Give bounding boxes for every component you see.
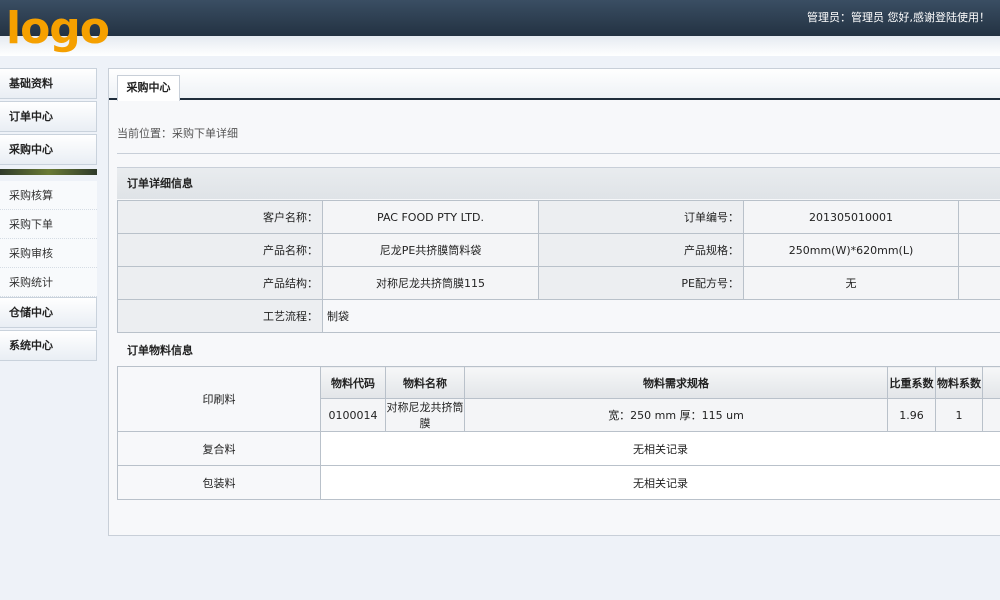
- product-name-value: 尼龙PE共挤膜筒料袋: [322, 233, 539, 267]
- composite-material-label: 复合料: [117, 431, 321, 466]
- table-row: 产品结构： 对称尼龙共挤筒膜115 PE配方号： 无: [117, 266, 1000, 300]
- printing-material-label: 印刷料: [117, 366, 321, 432]
- order-section-title: 订单详细信息: [117, 167, 1000, 199]
- material-section-title: 订单物料信息: [127, 344, 193, 357]
- product-structure-label: 产品结构：: [117, 266, 323, 300]
- divider: [117, 153, 1000, 154]
- sidebar-group-orders[interactable]: 订单中心: [0, 101, 97, 132]
- customer-label: 客户名称：: [117, 200, 323, 234]
- empty-cell: [958, 233, 1000, 267]
- app-header: logo 管理员：管理员 您好,感谢登陆使用！: [0, 0, 1000, 56]
- table-row: 产品名称： 尼龙PE共挤膜筒料袋 产品规格： 250mm(W)*620mm(L): [117, 233, 1000, 267]
- sidebar-group-purchase[interactable]: 采购中心: [0, 134, 97, 165]
- product-spec-value: 250mm(W)*620mm(L): [743, 233, 959, 267]
- logo[interactable]: logo: [6, 2, 110, 56]
- column-header-empty: [982, 366, 1000, 399]
- breadcrumb: 当前位置：采购下单详细: [117, 127, 238, 140]
- empty-cell: [958, 266, 1000, 300]
- sidebar-item-purchase-accounting[interactable]: 采购核算: [0, 181, 97, 210]
- sidebar: 基础资料 订单中心 采购中心 采购核算 采购下单 采购审核 采购统计 仓储中心 …: [0, 68, 97, 363]
- main-panel: 采购中心 当前位置：采购下单详细 订单详细信息 客户名称： PAC FOOD P…: [108, 68, 1000, 536]
- table-row: 工艺流程： 制袋: [117, 299, 1000, 333]
- sidebar-divider: [0, 169, 97, 175]
- material-name: 对称尼龙共挤筒膜: [385, 398, 465, 432]
- material-density: 1.96: [887, 398, 936, 432]
- sidebar-group-system[interactable]: 系统中心: [0, 330, 97, 361]
- pe-formula-label: PE配方号：: [538, 266, 744, 300]
- sidebar-item-purchase-order[interactable]: 采购下单: [0, 210, 97, 239]
- column-header: 物料名称: [385, 366, 465, 399]
- table-row: 包装料 无相关记录: [117, 465, 1000, 500]
- column-header: 物料需求规格: [464, 366, 888, 399]
- empty-cell: [958, 200, 1000, 234]
- table-row: 客户名称： PAC FOOD PTY LTD. 订单编号： 2013050100…: [117, 200, 1000, 234]
- packaging-no-records: 无相关记录: [320, 465, 1000, 500]
- empty-cell: [982, 398, 1000, 432]
- sidebar-item-purchase-stats[interactable]: 采购统计: [0, 268, 97, 297]
- customer-value: PAC FOOD PTY LTD.: [322, 200, 539, 234]
- packaging-material-label: 包装料: [117, 465, 321, 500]
- sidebar-group-warehouse[interactable]: 仓储中心: [0, 297, 97, 328]
- table-row: 复合料 无相关记录: [117, 431, 1000, 466]
- column-header: 比重系数: [887, 366, 936, 399]
- order-detail-table: 客户名称： PAC FOOD PTY LTD. 订单编号： 2013050100…: [117, 200, 1000, 333]
- material-coefficient: 1: [935, 398, 983, 432]
- pe-formula-value: 无: [743, 266, 959, 300]
- product-spec-label: 产品规格：: [538, 233, 744, 267]
- material-code: 0100014: [320, 398, 386, 432]
- sidebar-group-basic[interactable]: 基础资料: [0, 68, 97, 99]
- welcome-text: 管理员：管理员 您好,感谢登陆使用！: [807, 11, 990, 24]
- product-name-label: 产品名称：: [117, 233, 323, 267]
- column-header: 物料代码: [320, 366, 386, 399]
- sidebar-item-purchase-review[interactable]: 采购审核: [0, 239, 97, 268]
- table-row: 印刷料 物料代码 物料名称 物料需求规格 比重系数 物料系数: [117, 366, 1000, 432]
- material-table: 印刷料 物料代码 物料名称 物料需求规格 比重系数 物料系数 0100014 对…: [117, 366, 1000, 500]
- process-value: 制袋: [322, 299, 1000, 333]
- order-no-value: 201305010001: [743, 200, 959, 234]
- column-header: 物料系数: [935, 366, 983, 399]
- composite-no-records: 无相关记录: [320, 431, 1000, 466]
- tab-bar: 采购中心: [109, 69, 1000, 101]
- tab-purchase-center[interactable]: 采购中心: [117, 75, 180, 101]
- material-spec: 宽：250 mm 厚：115 um: [464, 398, 888, 432]
- product-structure-value: 对称尼龙共挤筒膜115: [322, 266, 539, 300]
- process-label: 工艺流程：: [117, 299, 323, 333]
- order-no-label: 订单编号：: [538, 200, 744, 234]
